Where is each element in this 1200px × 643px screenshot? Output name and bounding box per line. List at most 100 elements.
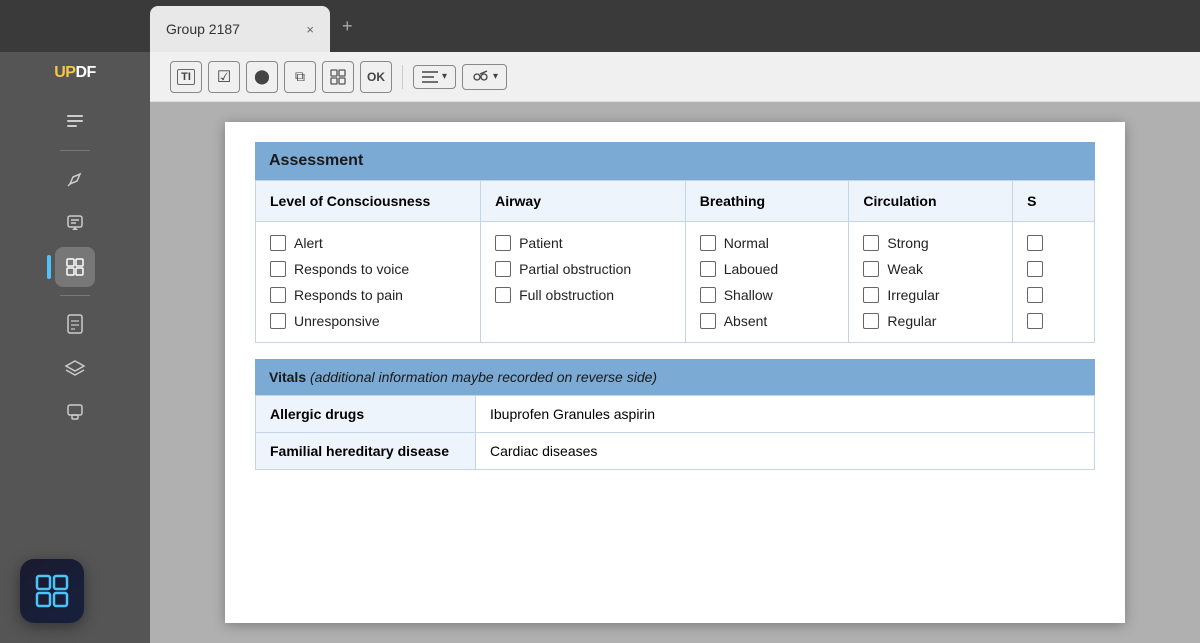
breathing-shallow-item: Shallow [700,282,835,308]
sidebar-item-annotate[interactable] [55,203,95,243]
airway-partial-checkbox[interactable] [495,261,511,277]
circulation-irregular-item: Irregular [863,282,998,308]
updf-logo: UPDF [54,64,96,82]
text-input-button[interactable]: TI [170,61,202,93]
breathing-laboued-label: Laboued [724,261,779,277]
sidebar-item-highlight[interactable] [55,159,95,199]
grid-tool-icon [330,69,346,85]
airway-full-checkbox[interactable] [495,287,511,303]
circulation-col: Strong Weak Irregular [849,222,1013,343]
loc-alert-label: Alert [294,235,323,251]
breathing-normal-item: Normal [700,230,835,256]
loc-unresponsive-item: Unresponsive [270,308,466,334]
loc-voice-label: Responds to voice [294,261,409,277]
col-header-s: S [1013,181,1095,222]
document-page: Assessment Level of Consciousness Airway… [225,122,1125,623]
airway-full-item: Full obstruction [495,282,671,308]
sidebar-item-library[interactable] [55,102,95,142]
s-checkbox-4[interactable] [1027,313,1043,329]
airway-patient-item: Patient [495,230,671,256]
s-item-3 [1027,282,1080,308]
circulation-strong-checkbox[interactable] [863,235,879,251]
s-item-1 [1027,230,1080,256]
circulation-irregular-checkbox[interactable] [863,287,879,303]
tab-close-icon[interactable]: × [306,22,314,37]
circulation-weak-label: Weak [887,261,923,277]
assessment-header: Assessment [255,142,1095,180]
vitals-row-hereditary: Familial hereditary disease Cardiac dise… [256,433,1095,470]
vitals-allergic-value: Ibuprofen Granules aspirin [476,396,1095,433]
new-tab-button[interactable]: + [330,16,365,37]
airway-partial-label: Partial obstruction [519,261,631,277]
loc-alert-checkbox[interactable] [270,235,286,251]
breathing-laboued-checkbox[interactable] [700,261,716,277]
s-item-4 [1027,308,1080,334]
breathing-laboued-item: Laboued [700,256,835,282]
align-dropdown[interactable]: ▾ [413,65,456,89]
checkbox-icon: ☑ [217,67,231,87]
sidebar-item-page[interactable] [55,304,95,344]
col-header-airway: Airway [481,181,686,222]
grid-tool-button[interactable] [322,61,354,93]
breathing-col: Normal Laboued Shallow [685,222,849,343]
circulation-regular-item: Regular [863,308,998,334]
tools-dropdown[interactable]: ▾ [462,64,507,90]
breathing-shallow-label: Shallow [724,287,773,303]
assessment-section: Assessment Level of Consciousness Airway… [255,142,1095,343]
s-checkbox-2[interactable] [1027,261,1043,277]
checkbox-tool-button[interactable]: ☑ [208,61,240,93]
vitals-label: Vitals [269,369,306,385]
sidebar-item-stamp[interactable] [55,392,95,432]
radio-tool-button[interactable]: ⬤ [246,61,278,93]
ok-button[interactable]: OK [360,61,392,93]
app-icon [20,559,84,623]
vitals-header: Vitals (additional information maybe rec… [255,359,1095,395]
breathing-shallow-checkbox[interactable] [700,287,716,303]
circulation-weak-checkbox[interactable] [863,261,879,277]
sidebar: UPDF [0,52,150,643]
main-layout: UPDF [0,52,1200,643]
s-item-2 [1027,256,1080,282]
s-checkbox-1[interactable] [1027,235,1043,251]
sidebar-divider-2 [60,295,90,296]
loc-alert-item: Alert [270,230,466,256]
breathing-normal-checkbox[interactable] [700,235,716,251]
s-col [1013,222,1095,343]
tools-dropdown-arrow: ▾ [493,71,498,82]
loc-unresponsive-checkbox[interactable] [270,313,286,329]
circulation-strong-item: Strong [863,230,998,256]
airway-partial-item: Partial obstruction [495,256,671,282]
tools-icon [471,69,489,85]
circulation-regular-checkbox[interactable] [863,313,879,329]
vitals-subtitle: (additional information maybe recorded o… [310,369,657,385]
radio-icon: ⬤ [254,68,270,85]
col-header-breathing: Breathing [685,181,849,222]
loc-voice-checkbox[interactable] [270,261,286,277]
breathing-absent-item: Absent [700,308,835,334]
app-icon-svg [32,571,72,611]
title-bar: Group 2187 × + [0,0,1200,52]
vitals-table: Allergic drugs Ibuprofen Granules aspiri… [255,395,1095,470]
breathing-absent-label: Absent [724,313,768,329]
sidebar-item-grid[interactable] [55,247,95,287]
circulation-weak-item: Weak [863,256,998,282]
loc-col: Alert Responds to voice Responds to pain [256,222,481,343]
loc-voice-item: Responds to voice [270,256,466,282]
loc-pain-checkbox[interactable] [270,287,286,303]
tab-group2187[interactable]: Group 2187 × [150,6,330,52]
s-checkbox-3[interactable] [1027,287,1043,303]
circulation-regular-label: Regular [887,313,936,329]
airway-col: Patient Partial obstruction Full obstruc… [481,222,686,343]
airway-patient-label: Patient [519,235,563,251]
airway-patient-checkbox[interactable] [495,235,511,251]
breathing-absent-checkbox[interactable] [700,313,716,329]
document-area: Assessment Level of Consciousness Airway… [150,102,1200,643]
sidebar-item-layers[interactable] [55,348,95,388]
vitals-hereditary-value: Cardiac diseases [476,433,1095,470]
vitals-section: Vitals (additional information maybe rec… [255,359,1095,470]
vitals-allergic-label: Allergic drugs [256,396,476,433]
ok-icon: OK [367,70,385,84]
align-dropdown-arrow: ▾ [442,71,447,82]
list-tool-button[interactable]: ⧉ [284,61,316,93]
tab-title: Group 2187 [166,21,240,37]
